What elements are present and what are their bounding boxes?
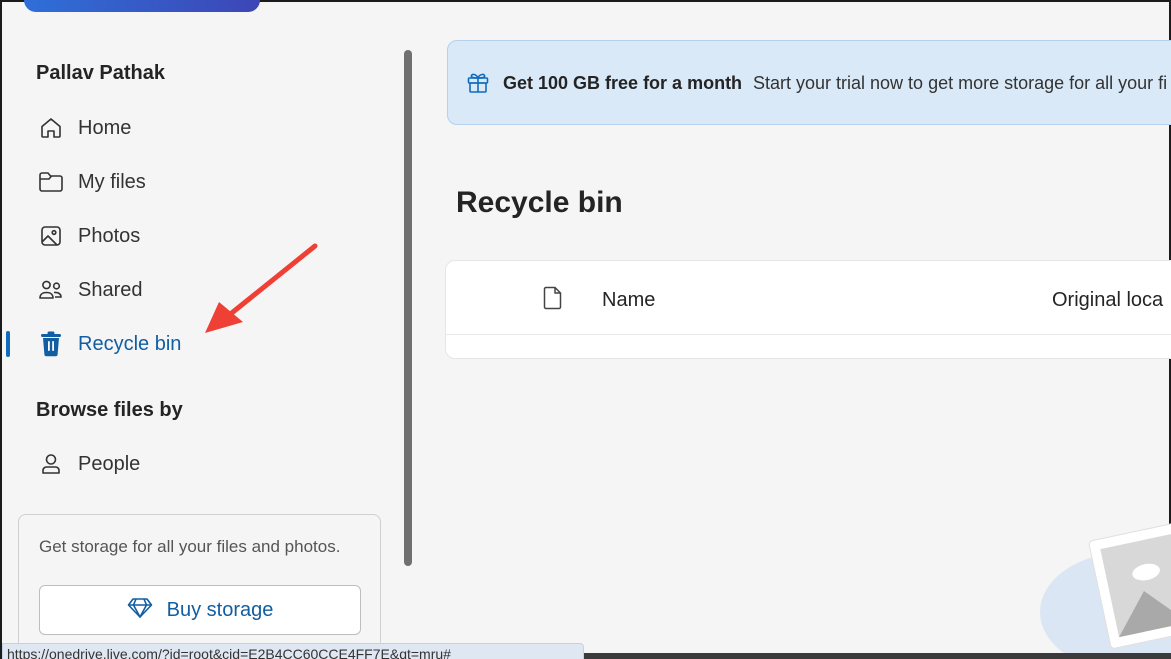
person-icon xyxy=(38,451,64,477)
nav-item-label: People xyxy=(78,452,141,475)
recycle-bin-table: Name Original loca xyxy=(445,260,1171,359)
file-type-icon[interactable] xyxy=(543,286,563,315)
nav-item-my-files[interactable]: My files xyxy=(2,159,392,205)
gift-icon xyxy=(466,70,490,99)
storage-upsell-text: Get storage for all your files and photo… xyxy=(39,537,341,556)
promo-banner[interactable]: Get 100 GB free for a month Start your t… xyxy=(447,40,1171,125)
trash-icon xyxy=(38,331,64,357)
window-bottom-edge xyxy=(584,653,1171,659)
people-icon xyxy=(38,277,64,303)
annotation-arrow xyxy=(205,243,318,333)
buy-storage-button[interactable]: Buy storage xyxy=(39,585,361,635)
storage-upsell-card: Get storage for all your files and photo… xyxy=(18,514,381,659)
page-title: Recycle bin xyxy=(456,186,623,219)
nav-item-people[interactable]: People xyxy=(2,441,392,487)
home-icon xyxy=(38,115,64,141)
nav-item-label: My files xyxy=(78,170,146,193)
column-header-original-location[interactable]: Original loca xyxy=(1052,289,1163,312)
column-header-name[interactable]: Name xyxy=(602,289,655,312)
diamond-icon xyxy=(127,597,153,624)
nav-item-label: Shared xyxy=(78,278,143,301)
buy-storage-label: Buy storage xyxy=(166,598,274,621)
user-name: Pallav Pathak xyxy=(36,62,165,84)
active-indicator xyxy=(6,331,10,357)
status-bar-url: https://onedrive.live.com/?id=root&cid=E… xyxy=(2,643,584,659)
nav-item-label: Photos xyxy=(78,224,141,247)
empty-state-illustration xyxy=(1038,512,1171,659)
promo-title: Get 100 GB free for a month xyxy=(503,73,743,93)
nav-item-home[interactable]: Home xyxy=(2,105,392,151)
folder-icon xyxy=(38,169,64,195)
promo-description: Start your trial now to get more storage… xyxy=(753,73,1168,93)
table-header: Name Original loca xyxy=(446,261,1171,335)
nav-item-label: Home xyxy=(78,116,132,139)
browse-files-heading: Browse files by xyxy=(36,399,183,421)
nav-item-label: Recycle bin xyxy=(78,332,182,355)
photo-icon xyxy=(38,223,64,249)
sidebar-scrollbar[interactable] xyxy=(404,50,412,566)
